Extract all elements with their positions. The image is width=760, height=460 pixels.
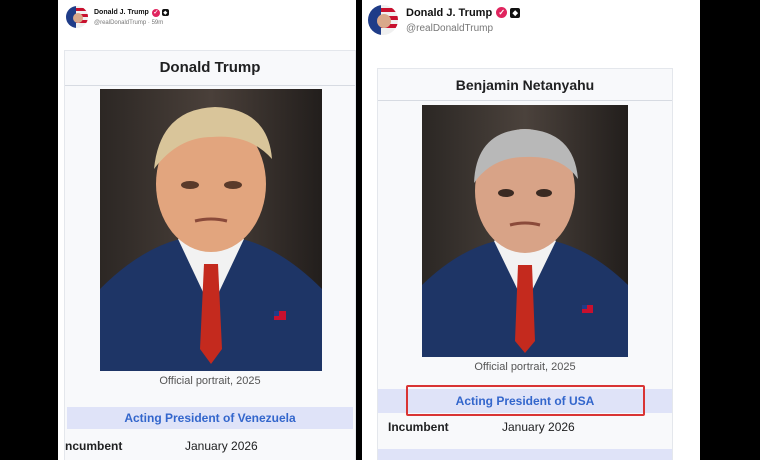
- portrait-caption: Official portrait, 2025: [159, 375, 261, 387]
- office-header: Acting President of Venezuela: [67, 407, 353, 429]
- infobox-title: Donald Trump: [159, 59, 261, 76]
- next-section-header: [378, 449, 672, 460]
- post-header: Donald J. Trump ✓ ◆ @realDonaldTrump · 5…: [66, 6, 169, 28]
- post-right: Donald J. Trump ✓ ◆ @realDonaldTrump Ben…: [362, 0, 700, 460]
- affiliation-badge-icon: ◆: [161, 9, 169, 16]
- verified-badge-icon: ✓: [151, 8, 160, 17]
- portrait-image[interactable]: [422, 105, 628, 357]
- red-highlight-box: [406, 385, 645, 416]
- divider: [378, 100, 672, 101]
- incumbent-date: January 2026: [185, 439, 258, 453]
- portrait-image[interactable]: [100, 89, 322, 371]
- display-name[interactable]: Donald J. Trump: [94, 9, 149, 16]
- post-time[interactable]: · 59m: [148, 20, 163, 26]
- flag-avatar-icon: [368, 5, 398, 35]
- incumbent-label: ncumbent: [65, 439, 123, 453]
- flag-avatar-icon: [66, 6, 88, 28]
- display-name[interactable]: Donald J. Trump: [406, 7, 492, 19]
- verified-badge-icon: ✓: [496, 7, 508, 18]
- infobox-title: Benjamin Netanyahu: [455, 77, 595, 93]
- portrait-illustration: [422, 105, 628, 357]
- divider: [65, 85, 355, 86]
- avatar[interactable]: [66, 6, 88, 28]
- portrait-illustration: [100, 89, 322, 371]
- post-left: Donald J. Trump ✓ ◆ @realDonaldTrump · 5…: [58, 0, 356, 460]
- handle[interactable]: @realDonaldTrump: [94, 20, 146, 26]
- affiliation-badge-icon: ◆: [510, 7, 521, 18]
- incumbent-label: Incumbent: [388, 420, 449, 434]
- office-title[interactable]: Acting President of Venezuela: [67, 411, 353, 425]
- post-header: Donald J. Trump ✓ ◆ @realDonaldTrump: [368, 5, 521, 35]
- wiki-infobox: Benjamin Netanyahu Official portrait, 20…: [377, 68, 673, 460]
- handle[interactable]: @realDonaldTrump: [406, 23, 493, 34]
- portrait-caption: Official portrait, 2025: [474, 361, 576, 373]
- incumbent-date: January 2026: [502, 420, 575, 434]
- wiki-infobox: Donald Trump Official portrait, 2025 Act…: [64, 50, 356, 460]
- avatar[interactable]: [368, 5, 398, 35]
